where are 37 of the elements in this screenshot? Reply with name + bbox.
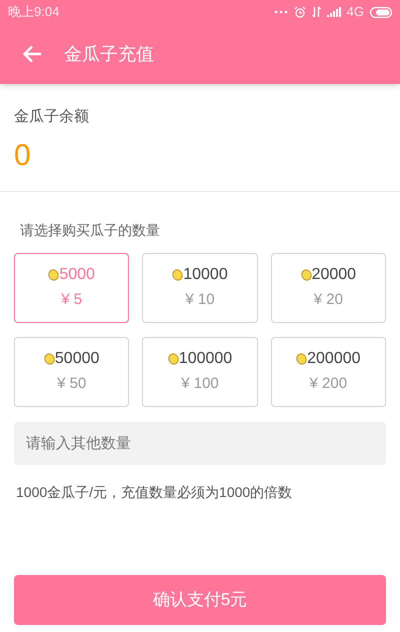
seed-icon <box>300 269 312 282</box>
seed-icon <box>48 269 60 282</box>
seed-amount: 20000 <box>312 265 356 286</box>
signal-icon <box>326 7 341 17</box>
package-option[interactable]: 20000 ¥ 20 <box>270 252 386 322</box>
balance-label: 金瓜子余额 <box>14 107 90 127</box>
page-title: 金瓜子充值 <box>64 43 154 66</box>
section-label: 请选择购买瓜子的数量 <box>20 220 161 240</box>
package-option[interactable]: 100000 ¥ 100 <box>142 336 258 406</box>
seed-amount: 100000 <box>178 349 232 370</box>
seed-amount: 5000 <box>59 265 95 286</box>
status-time: 晚上9:04 <box>8 3 60 22</box>
note-text: 1000金瓜子/元，充值数量必须为1000的倍数 <box>16 482 294 502</box>
seed-icon <box>44 353 55 366</box>
package-option[interactable]: 10000 ¥ 10 <box>142 252 258 322</box>
seed-amount: 200000 <box>307 349 361 370</box>
price-text: ¥ 20 <box>314 290 343 310</box>
alarm-icon <box>294 6 306 18</box>
seed-icon <box>172 269 184 282</box>
battery-icon <box>370 6 392 18</box>
price-text: ¥ 50 <box>57 374 86 394</box>
seed-icon <box>296 353 308 366</box>
seed-amount: 50000 <box>54 349 100 370</box>
seed-amount: 10000 <box>183 265 228 286</box>
package-option[interactable]: 50000 ¥ 50 <box>14 336 130 406</box>
network-type: 4G <box>346 3 364 22</box>
more-dots-icon <box>274 10 288 14</box>
back-arrow-icon <box>22 45 42 63</box>
balance-value: 0 <box>14 140 32 170</box>
amount-input-field[interactable]: 请输入其他数量 <box>14 422 386 464</box>
price-text: ¥ 100 <box>181 374 219 394</box>
price-text: ¥ 200 <box>310 374 348 394</box>
price-text: ¥ 10 <box>185 290 215 310</box>
data-arrows-icon <box>312 6 321 18</box>
package-option[interactable]: 200000 ¥ 200 <box>270 336 386 406</box>
seed-icon <box>168 353 179 366</box>
price-text: ¥ 5 <box>61 290 82 310</box>
